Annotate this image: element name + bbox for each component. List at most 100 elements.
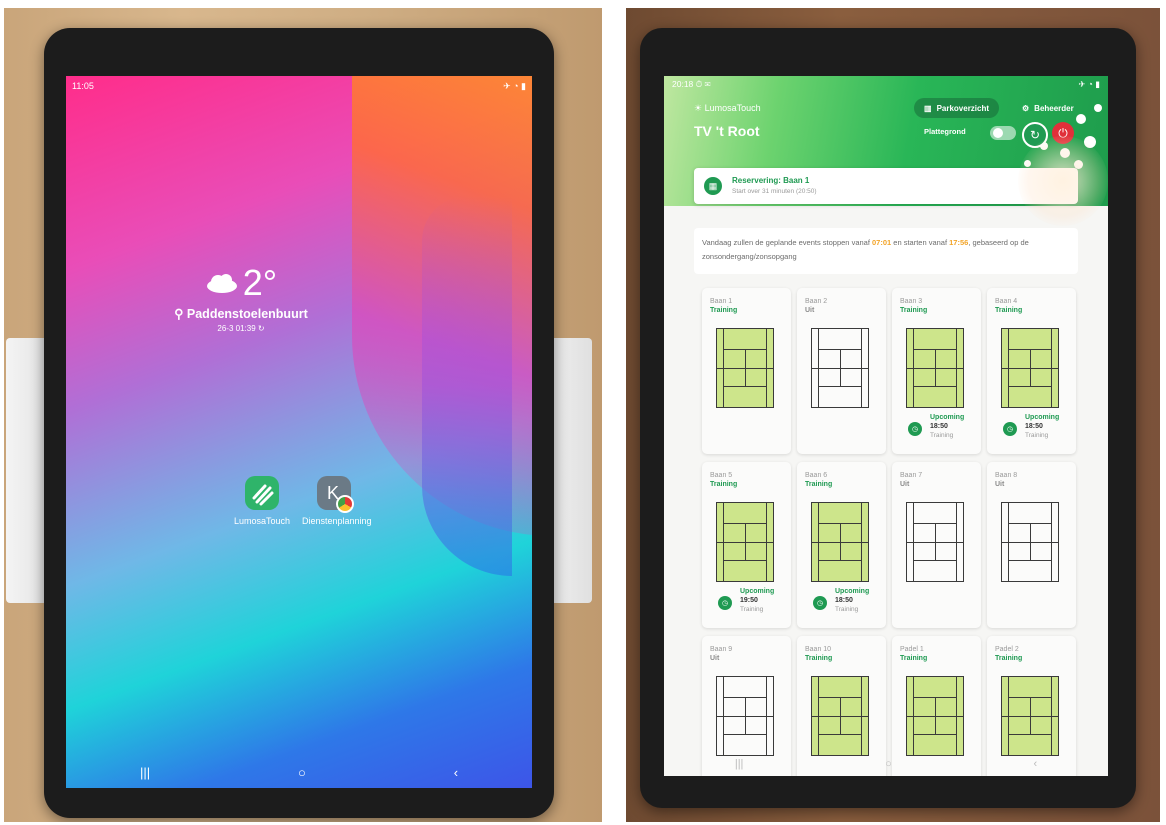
parkoverzicht-button[interactable]: ▥ Parkoverzicht xyxy=(914,98,1000,118)
home-button[interactable]: ○ xyxy=(298,765,306,780)
parkoverzicht-label: Parkoverzicht xyxy=(936,103,990,113)
notice-text-1: Vandaag zullen de geplande events stoppe… xyxy=(702,238,872,247)
app-label: Dienstenplanning xyxy=(302,516,372,526)
court-card[interactable]: Baan 2 Uit xyxy=(797,288,886,454)
club-title: TV 't Root xyxy=(694,123,760,139)
recents-button[interactable]: ||| xyxy=(140,765,150,780)
app-lumosatouch[interactable]: LumosaTouch xyxy=(230,476,294,526)
court-diagram xyxy=(716,328,774,408)
location-pin-icon: ⚲ xyxy=(174,307,187,321)
clock-icon: ◷ xyxy=(908,422,922,436)
light-glare xyxy=(1018,136,1108,226)
court-diagram xyxy=(811,676,869,756)
court-diagram xyxy=(716,502,774,582)
notice-start-time: 17:56 xyxy=(949,238,969,247)
weather-updated: 26-3 01:39 ↻ xyxy=(217,324,265,333)
gear-icon: ⚙ xyxy=(1022,103,1030,113)
court-status: Training xyxy=(900,307,928,314)
court-card[interactable]: Padel 2 Training xyxy=(987,636,1076,776)
court-grid: Baan 1 Training Baan 2 Uit Baan 3 Training ◷ Up… xyxy=(702,288,1082,776)
court-diagram xyxy=(906,676,964,756)
status-bar: 11:05 ✈ ◔ ▮ xyxy=(72,79,526,93)
upcoming-event: ◷ Upcoming 18:50 Training xyxy=(908,414,978,448)
court-name: Baan 6 xyxy=(805,472,828,479)
court-name: Baan 1 xyxy=(710,298,733,305)
upcoming-label: Upcoming xyxy=(1025,414,1060,421)
court-card[interactable]: Baan 9 Uit xyxy=(702,636,791,776)
court-card[interactable]: Baan 6 Training ◷ Upcoming 18:50 Training xyxy=(797,462,886,628)
court-diagram xyxy=(716,676,774,756)
tablet-frame: 20:18 ⏱ ✉ ✈ ◔ ▮ ☀ LumosaTouch TV 't Root… xyxy=(640,28,1136,808)
home-screen: 11:05 ✈ ◔ ▮ 2° ⚲ Paddenstoelenbuurt 26-3… xyxy=(66,76,532,788)
weather-temperature: 2° xyxy=(242,262,278,303)
upcoming-time: 19:50 xyxy=(740,597,758,604)
court-card[interactable]: Baan 5 Training ◷ Upcoming 19:50 Training xyxy=(702,462,791,628)
court-status: Training xyxy=(900,655,928,662)
upcoming-label: Upcoming xyxy=(835,588,870,595)
court-status: Training xyxy=(805,655,833,662)
court-status: Training xyxy=(710,481,738,488)
grid-icon: ▥ xyxy=(924,103,932,113)
chrome-badge-icon xyxy=(336,495,354,513)
court-card[interactable]: Baan 1 Training xyxy=(702,288,791,454)
court-diagram xyxy=(906,328,964,408)
refresh-icon: ↻ xyxy=(1029,128,1041,142)
clock-icon: ◷ xyxy=(813,596,827,610)
status-bar: 20:18 ⏱ ✉ ✈ ◔ ▮ xyxy=(672,79,1100,91)
lumosatouch-screen: 20:18 ⏱ ✉ ✈ ◔ ▮ ☀ LumosaTouch TV 't Root… xyxy=(664,76,1108,776)
court-status: Uit xyxy=(995,481,1005,488)
upcoming-type: Training xyxy=(835,606,859,613)
dienstenplanning-icon: K xyxy=(317,476,354,513)
court-diagram xyxy=(1001,328,1059,408)
court-card[interactable]: Baan 10 Training xyxy=(797,636,886,776)
court-card[interactable]: Padel 1 Training xyxy=(892,636,981,776)
back-button[interactable]: ‹ xyxy=(454,765,458,780)
plattegrond-toggle[interactable] xyxy=(990,126,1016,140)
court-name: Baan 4 xyxy=(995,298,1018,305)
court-card[interactable]: Baan 4 Training ◷ Upcoming 18:50 Training xyxy=(987,288,1076,454)
reservation-title: Reservering: Baan 1 xyxy=(732,176,810,185)
court-card[interactable]: Baan 3 Training ◷ Upcoming 18:50 Training xyxy=(892,288,981,454)
recents-button[interactable]: ||| xyxy=(735,758,744,770)
sunset-notice: Vandaag zullen de geplande events stoppe… xyxy=(694,228,1078,274)
court-name: Baan 8 xyxy=(995,472,1018,479)
app-label: LumosaTouch xyxy=(233,516,291,526)
beheerder-button[interactable]: ⚙ Beheerder xyxy=(1012,98,1084,118)
upcoming-type: Training xyxy=(1025,432,1049,439)
wallpaper-fold-shadow xyxy=(422,196,512,576)
weather-location: ⚲ Paddenstoelenbuurt xyxy=(166,306,316,321)
status-icons: ✈ ◔ ▮ xyxy=(503,80,526,91)
clock-icon: ◷ xyxy=(1003,422,1017,436)
upcoming-type: Training xyxy=(740,606,764,613)
app-dienstenplanning[interactable]: K Dienstenplanning xyxy=(302,476,372,526)
court-card[interactable]: Baan 7 Uit xyxy=(892,462,981,628)
upcoming-event: ◷ Upcoming 18:50 Training xyxy=(1003,414,1073,448)
navigation-bar: ||| ○ ‹ xyxy=(664,758,1108,770)
court-name: Baan 10 xyxy=(805,646,832,653)
court-name: Baan 5 xyxy=(710,472,733,479)
upcoming-label: Upcoming xyxy=(930,414,965,421)
court-name: Baan 3 xyxy=(900,298,923,305)
cloud-icon xyxy=(206,274,237,293)
home-button[interactable]: ○ xyxy=(885,758,892,770)
status-time: 11:05 xyxy=(72,81,94,91)
court-card[interactable]: Baan 8 Uit xyxy=(987,462,1076,628)
brand-label: LumosaTouch xyxy=(704,103,761,113)
upcoming-event: ◷ Upcoming 18:50 Training xyxy=(813,588,883,622)
notice-stop-time: 07:01 xyxy=(872,238,892,247)
upcoming-time: 18:50 xyxy=(930,423,948,430)
court-status: Training xyxy=(995,655,1023,662)
back-button[interactable]: ‹ xyxy=(1033,758,1037,770)
upcoming-event: ◷ Upcoming 19:50 Training xyxy=(718,588,788,622)
court-status: Uit xyxy=(805,307,815,314)
upcoming-type: Training xyxy=(930,432,954,439)
court-diagram xyxy=(906,502,964,582)
weather-widget[interactable]: 2° ⚲ Paddenstoelenbuurt 26-3 01:39 ↻ xyxy=(166,262,316,333)
tablet-frame: 11:05 ✈ ◔ ▮ 2° ⚲ Paddenstoelenbuurt 26-3… xyxy=(44,28,554,818)
court-name: Baan 2 xyxy=(805,298,828,305)
reservation-subtitle: Start over 31 minuten (20:50) xyxy=(732,188,817,195)
status-time: 20:18 ⏱ ✉ xyxy=(672,79,711,89)
plattegrond-label: Plattegrond xyxy=(924,127,966,136)
brand: ☀ LumosaTouch xyxy=(694,103,761,114)
status-icons: ✈ ◔ ▮ xyxy=(1078,79,1100,89)
